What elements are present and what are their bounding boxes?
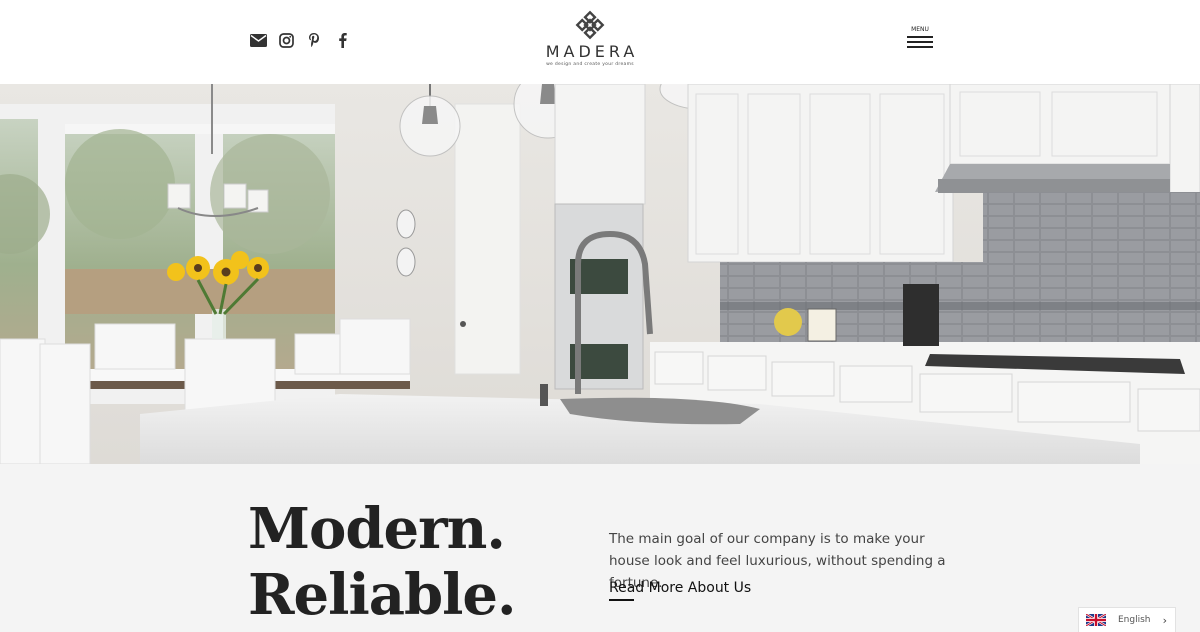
instagram-icon[interactable]: [276, 30, 296, 50]
logo-mark-icon: [575, 10, 605, 40]
site-header: MADERA we design and create your dreams …: [0, 0, 1200, 84]
menu-button[interactable]: MENU: [906, 26, 934, 51]
language-label: English: [1118, 615, 1151, 625]
facebook-icon[interactable]: [332, 30, 352, 50]
site-logo[interactable]: MADERA we design and create your dreams: [540, 10, 640, 67]
hero-headline: Modern. Reliable.: [248, 496, 517, 628]
read-more-link[interactable]: Read More About Us: [609, 580, 751, 596]
envelope-icon[interactable]: [248, 30, 268, 50]
intro-section: Modern. Reliable. The main goal of our c…: [0, 464, 1200, 632]
social-links: [248, 30, 352, 50]
language-selector[interactable]: English ›: [1078, 607, 1176, 632]
hamburger-icon-bar: [907, 41, 933, 43]
headline-line-2: Reliable.: [248, 562, 517, 628]
chevron-right-icon: ›: [1162, 614, 1167, 627]
logo-name: MADERA: [545, 42, 639, 61]
hero-image: [0, 84, 1200, 464]
pinterest-icon[interactable]: [304, 30, 324, 50]
logo-tagline: we design and create your dreams: [546, 62, 634, 67]
menu-label: MENU: [911, 26, 929, 33]
headline-line-1: Modern.: [248, 496, 506, 562]
hamburger-icon: [907, 36, 933, 38]
read-more-underline: [609, 599, 634, 601]
uk-flag-icon: [1086, 614, 1106, 626]
hamburger-icon-bar: [907, 46, 933, 48]
